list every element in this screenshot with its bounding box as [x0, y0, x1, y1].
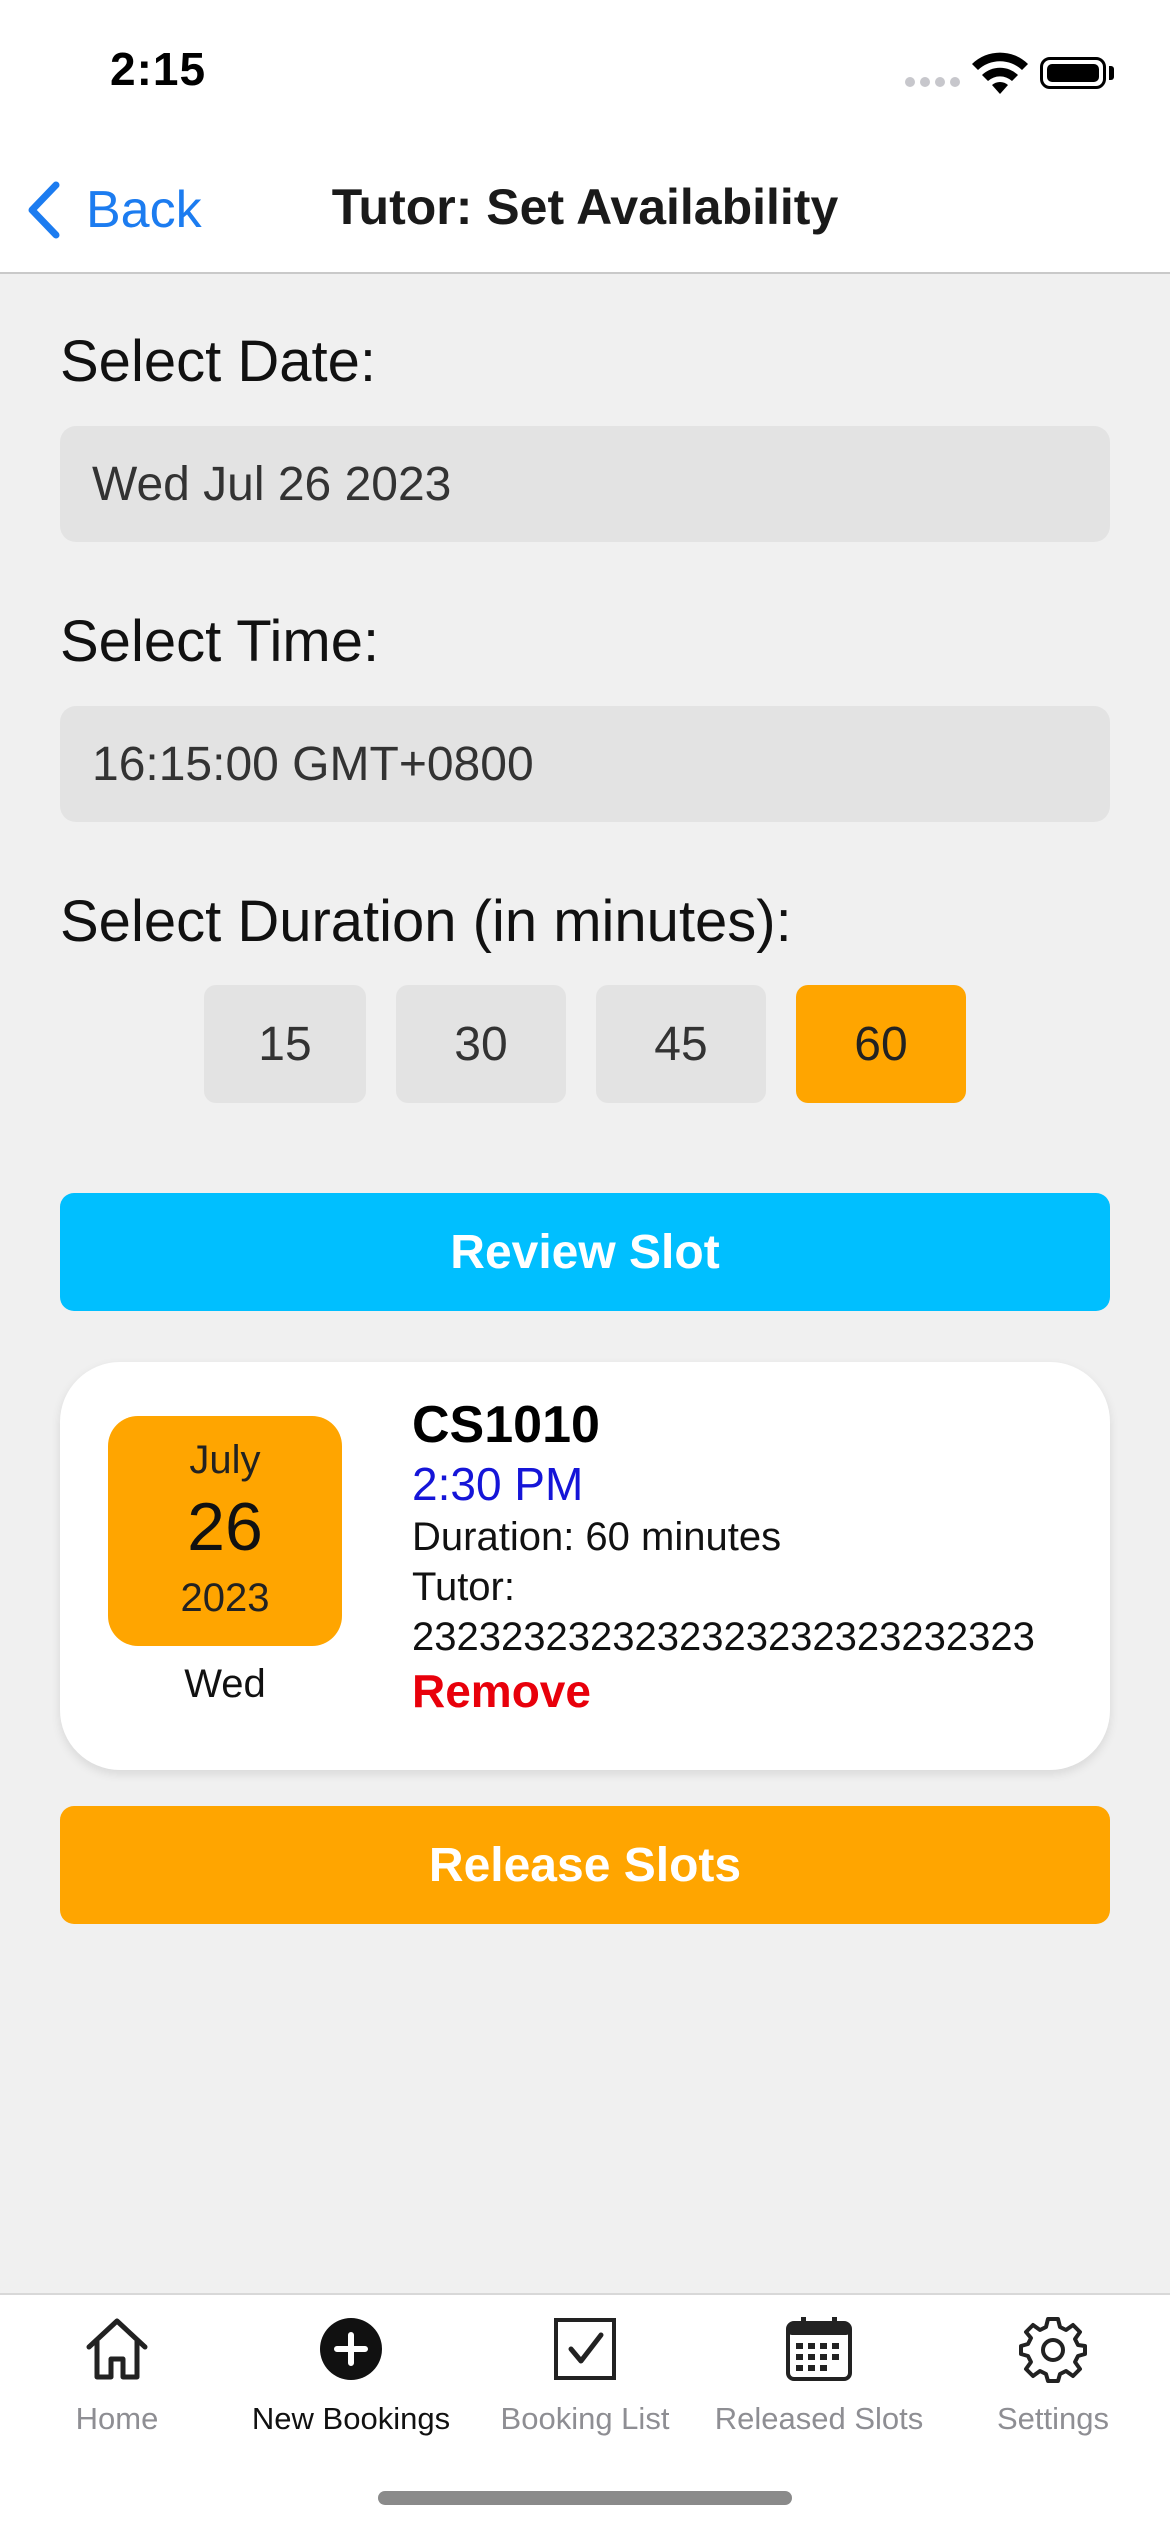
- tab-new-bookings[interactable]: New Bookings: [234, 2313, 468, 2463]
- duration-option-60[interactable]: 60: [796, 985, 966, 1103]
- tutor-id: 2323232323232323232323232323: [412, 1615, 1035, 1659]
- slot-time: 2:30 PM: [412, 1458, 584, 1510]
- tab-home[interactable]: Home: [0, 2313, 234, 2463]
- plus-circle-icon: [320, 2318, 382, 2380]
- duration-option-15[interactable]: 15: [204, 985, 366, 1103]
- remove-button[interactable]: Remove: [412, 1662, 1102, 1720]
- date-badge: July 26 2023: [108, 1416, 342, 1646]
- course-code: CS1010: [412, 1396, 600, 1454]
- tutor-label: Tutor:: [412, 1565, 515, 1609]
- tab-label: Released Slots: [714, 2401, 924, 2436]
- time-label: Select Time:: [60, 609, 380, 674]
- checkbox-icon: [554, 2318, 616, 2380]
- tab-label: Settings: [996, 2401, 1109, 2436]
- tab-label: Home: [75, 2401, 159, 2436]
- duration-label: Select Duration (in minutes):: [60, 889, 792, 954]
- date-badge-month: July: [189, 1438, 261, 1482]
- duration-options: 15 30 45 60: [204, 985, 966, 1103]
- review-slot-button[interactable]: Review Slot: [60, 1193, 1110, 1311]
- tab-released-slots[interactable]: Released Slots: [702, 2313, 936, 2463]
- date-badge-day: 26: [187, 1489, 263, 1565]
- page-title: Tutor: Set Availability: [331, 179, 839, 235]
- home-indicator[interactable]: [378, 2491, 792, 2505]
- battery-tip: [1109, 66, 1114, 80]
- slot-info: CS1010 2:30 PM Duration: 60 minutes Tuto…: [412, 1394, 1102, 1720]
- battery-icon: [1040, 57, 1106, 89]
- duration-option-45[interactable]: 45: [596, 985, 766, 1103]
- time-field[interactable]: 16:15:00 GMT+0800: [60, 706, 1110, 822]
- calendar-icon: [786, 2317, 852, 2381]
- gear-icon: [1019, 2317, 1087, 2383]
- date-label: Select Date:: [60, 329, 376, 394]
- wifi-icon: [972, 52, 1028, 94]
- date-badge-weekday: Wed: [184, 1662, 266, 1706]
- tab-booking-list[interactable]: Booking List: [468, 2313, 702, 2463]
- tab-label: Booking List: [500, 2401, 670, 2436]
- slot-card: July 26 2023 Wed CS1010 2:30 PM Duration…: [60, 1362, 1110, 1770]
- release-slots-button[interactable]: Release Slots: [60, 1806, 1110, 1924]
- tab-label: New Bookings: [251, 2401, 451, 2436]
- slot-duration: Duration: 60 minutes: [412, 1515, 782, 1559]
- date-field[interactable]: Wed Jul 26 2023: [60, 426, 1110, 542]
- status-bar: 2:15: [0, 0, 1170, 150]
- tab-settings[interactable]: Settings: [936, 2313, 1170, 2463]
- status-time: 2:15: [110, 43, 207, 95]
- cellular-signal-icon: [905, 77, 961, 91]
- navigation-bar: Back Tutor: Set Availability: [0, 150, 1170, 274]
- date-badge-year: 2023: [180, 1576, 270, 1620]
- duration-option-30[interactable]: 30: [396, 985, 566, 1103]
- home-icon: [86, 2318, 148, 2380]
